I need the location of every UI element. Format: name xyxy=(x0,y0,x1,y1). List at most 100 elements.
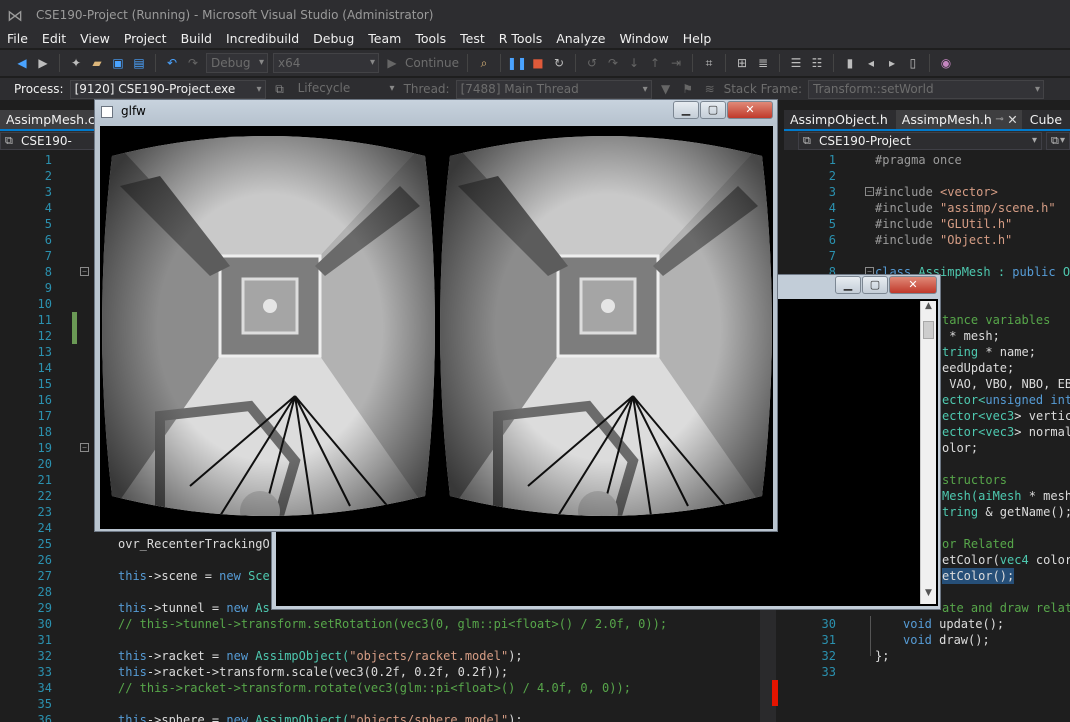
code-fragment: olor; xyxy=(942,441,979,455)
close-button[interactable]: ✕ xyxy=(889,276,937,294)
fold-toggle-icon[interactable]: − xyxy=(80,443,89,452)
find-icon[interactable]: ⌕ xyxy=(476,55,492,71)
glfw-window[interactable]: glfw ▁ ▢ ✕ xyxy=(94,99,778,532)
right-eye-view xyxy=(438,126,773,529)
process-dropdown[interactable]: [9120] CSE190-Project.exe xyxy=(69,79,266,99)
menu-team[interactable]: Team xyxy=(361,30,408,48)
line-number: 11 xyxy=(37,313,52,327)
fold-toggle-icon[interactable]: − xyxy=(80,267,89,276)
class-view-icon[interactable]: ⊞ xyxy=(734,55,750,71)
menu-edit[interactable]: Edit xyxy=(35,30,73,48)
flag-icon[interactable]: ⚑ xyxy=(680,81,696,97)
menu-r-tools[interactable]: R Tools xyxy=(492,30,549,48)
pin-icon[interactable]: ⊸ xyxy=(995,110,1003,130)
step-over-icon[interactable]: ↷ xyxy=(605,55,621,71)
minimize-button[interactable]: ▁ xyxy=(835,276,861,294)
filter-icon[interactable]: ▼ xyxy=(658,81,674,97)
menu-build[interactable]: Build xyxy=(174,30,219,48)
close-tab-icon[interactable]: ✕ xyxy=(1007,110,1017,130)
error-marker xyxy=(772,680,778,706)
solution-configuration-dropdown[interactable]: Debug xyxy=(206,53,268,73)
scroll-thumb[interactable] xyxy=(923,321,934,339)
console-scrollbar[interactable]: ▲ ▼ xyxy=(920,301,936,604)
maximize-button[interactable]: ▢ xyxy=(700,101,726,119)
save-all-icon[interactable]: ▤ xyxy=(131,55,147,71)
back-icon[interactable]: ◀ xyxy=(14,55,30,71)
line-number: 22 xyxy=(37,489,52,503)
solution-platform-dropdown[interactable]: x64 xyxy=(273,53,379,73)
change-indicator xyxy=(72,312,77,344)
member-scope-dropdown[interactable] xyxy=(1046,131,1070,150)
right-navigation-bar: CSE190-Project xyxy=(784,131,1070,150)
minimize-button[interactable]: ▁ xyxy=(673,101,699,119)
line-number: 18 xyxy=(37,425,52,439)
close-button[interactable]: ✕ xyxy=(727,101,773,119)
window-title: CSE190-Project (Running) - Microsoft Vis… xyxy=(36,8,434,22)
lifecycle-events-dropdown[interactable]: Lifecycle Events xyxy=(294,80,398,112)
uncomment-icon[interactable]: ☷ xyxy=(809,55,825,71)
menu-help[interactable]: Help xyxy=(676,30,719,48)
glfw-title-bar[interactable]: glfw ▁ ▢ ✕ xyxy=(95,100,777,124)
vr-render-canvas[interactable] xyxy=(100,126,773,529)
bookmark-clear-icon[interactable]: ▯ xyxy=(905,55,921,71)
comment-out-icon[interactable]: ☰ xyxy=(788,55,804,71)
stack-frame-dropdown[interactable]: Transform::setWorld xyxy=(808,79,1045,99)
stop-icon[interactable]: ■ xyxy=(530,55,546,71)
menu-test[interactable]: Test xyxy=(453,30,492,48)
bookmark-icon[interactable]: ▮ xyxy=(842,55,858,71)
continue-button[interactable]: Continue xyxy=(405,56,459,70)
menu-file[interactable]: File xyxy=(0,30,35,48)
line-number: 3 xyxy=(44,185,52,199)
line-number: 9 xyxy=(44,281,52,295)
line-number: 7 xyxy=(44,249,52,263)
toolbar-separator xyxy=(499,54,501,72)
list-icon[interactable]: ≣ xyxy=(755,55,771,71)
fold-toggle-icon[interactable]: − xyxy=(865,187,874,196)
line-number: 14 xyxy=(37,361,52,375)
forward-icon[interactable]: ▶ xyxy=(35,55,51,71)
tab-assimpmesh-h[interactable]: AssimpMesh.h ⊸ ✕ xyxy=(895,110,1022,130)
bookmark-prev-icon[interactable]: ◂ xyxy=(863,55,879,71)
menu-project[interactable]: Project xyxy=(117,30,174,48)
menu-incredibuild[interactable]: Incredibuild xyxy=(219,30,306,48)
tab-assimpobject-h[interactable]: AssimpObject.h xyxy=(784,110,894,130)
menu-window[interactable]: Window xyxy=(612,30,675,48)
hex-display-icon[interactable]: ⌗ xyxy=(701,55,717,71)
pause-icon[interactable]: ❚❚ xyxy=(507,55,527,71)
code-fragment: ector<vec3> vertic xyxy=(942,409,1070,423)
maximize-button[interactable]: ▢ xyxy=(862,276,888,294)
scroll-down-icon[interactable]: ▼ xyxy=(921,588,936,604)
step-icon[interactable]: ⇥ xyxy=(668,55,684,71)
project-scope-dropdown[interactable]: CSE190-Project xyxy=(0,131,96,165)
menu-view[interactable]: View xyxy=(73,30,117,48)
redo-icon[interactable]: ↷ xyxy=(185,55,201,71)
line-number: 21 xyxy=(37,473,52,487)
lightbulb-icon[interactable]: ◉ xyxy=(938,55,954,71)
show-next-statement-icon[interactable]: ↺ xyxy=(584,55,600,71)
save-icon[interactable]: ▣ xyxy=(110,55,126,71)
tab-cube[interactable]: Cube xyxy=(1024,110,1068,130)
code-fragment: Mesh(aiMesh * mesh xyxy=(942,489,1070,503)
undo-icon[interactable]: ↶ xyxy=(164,55,180,71)
toolbar-separator xyxy=(574,54,576,72)
new-project-icon[interactable]: ✦ xyxy=(68,55,84,71)
menu-tools[interactable]: Tools xyxy=(408,30,453,48)
scroll-up-icon[interactable]: ▲ xyxy=(921,301,936,317)
thread-dropdown[interactable]: [7488] Main Thread xyxy=(455,79,652,99)
bookmark-next-icon[interactable]: ▸ xyxy=(884,55,900,71)
step-into-icon[interactable]: ↓ xyxy=(626,55,642,71)
code-fragment: VAO, VBO, NBO, EB xyxy=(942,377,1070,391)
step-out-icon[interactable]: ↑ xyxy=(647,55,663,71)
menu-analyze[interactable]: Analyze xyxy=(549,30,612,48)
right-document-tabs: AssimpObject.h AssimpMesh.h ⊸ ✕ Cube xyxy=(784,110,1070,130)
code-line-32: this->racket = new AssimpObject("objects… xyxy=(118,649,523,663)
continue-icon[interactable]: ▶ xyxy=(384,55,400,71)
stack-frame-label: Stack Frame: xyxy=(723,82,803,96)
menu-debug[interactable]: Debug xyxy=(306,30,361,48)
project-scope-dropdown[interactable]: CSE190-Project xyxy=(798,131,1042,150)
toolbar-separator xyxy=(466,54,468,72)
restart-icon[interactable]: ↻ xyxy=(551,55,567,71)
open-folder-icon[interactable]: ▰ xyxy=(89,55,105,71)
code-fragment: etColor(); xyxy=(942,568,1015,584)
code-fragment: tring * name; xyxy=(942,345,1036,359)
